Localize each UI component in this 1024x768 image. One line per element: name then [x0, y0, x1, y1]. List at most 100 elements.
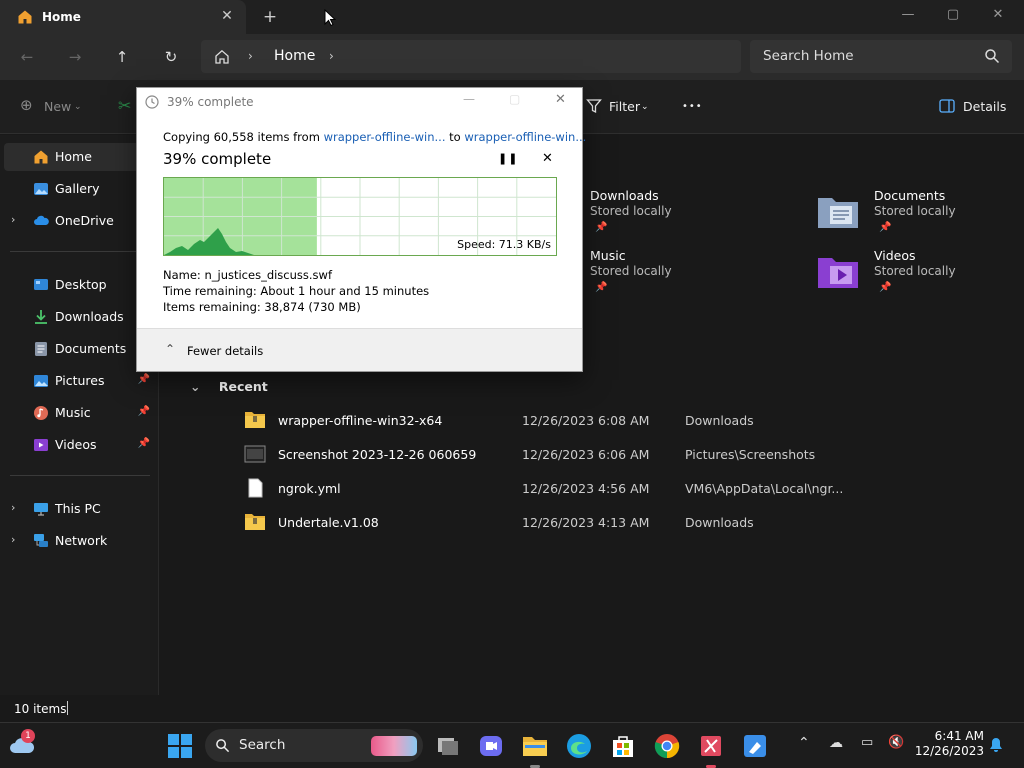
folder-status: Stored locally — [874, 264, 956, 278]
sidebar-item-documents[interactable]: Documents 📌 — [4, 335, 152, 363]
sidebar-item-home[interactable]: Home — [4, 143, 152, 171]
up-arrow-icon[interactable]: ↑ — [110, 45, 134, 69]
zip-folder-icon — [245, 412, 265, 428]
clock-time: 6:41 AM — [934, 729, 984, 743]
search-input[interactable]: Search Home — [750, 40, 1012, 73]
close-window-button[interactable]: ✕ — [987, 5, 1009, 25]
chrome-icon[interactable] — [653, 732, 681, 760]
pin-icon: 📌 — [595, 282, 608, 293]
filter-button[interactable]: Filter — [609, 99, 640, 114]
chat-icon[interactable] — [477, 732, 505, 760]
source-link[interactable]: wrapper-offline-win... — [324, 130, 446, 144]
microsoft-store-icon[interactable] — [609, 732, 637, 760]
details-pane-icon — [939, 99, 955, 113]
sidebar-item-onedrive[interactable]: › OneDrive — [4, 207, 152, 235]
table-row[interactable]: wrapper-offline-win32-x64 12/26/2023 6:0… — [244, 407, 944, 435]
volume-muted-icon[interactable]: 🔇 — [888, 735, 904, 750]
sidebar-item-videos[interactable]: Videos 📌 — [4, 431, 152, 459]
onedrive-tray-icon[interactable]: ☁ — [829, 735, 843, 751]
chevron-right-icon[interactable]: › — [11, 533, 15, 546]
home-icon — [18, 10, 32, 24]
sidebar-item-downloads[interactable]: Downloads 📌 — [4, 303, 152, 331]
quick-access-videos[interactable]: Videos Stored locally 📌 — [816, 248, 1024, 304]
clock[interactable]: 6:41 AM 12/26/2023 — [912, 729, 984, 759]
search-placeholder: Search Home — [763, 48, 854, 64]
search-highlight-icon — [371, 736, 417, 756]
task-view-icon[interactable] — [434, 732, 462, 760]
sidebar-item-network[interactable]: › Network — [4, 527, 152, 555]
notification-badge: 1 — [21, 729, 35, 743]
chevron-up-icon[interactable]: ⌃ — [798, 735, 810, 751]
dialog-minimize-button[interactable]: — — [463, 92, 475, 106]
chevron-up-icon: ⌃ — [165, 342, 176, 356]
folder-name: Downloads — [590, 188, 659, 203]
pin-icon: 📌 — [879, 222, 892, 233]
windows-start-icon[interactable] — [166, 732, 194, 760]
snipping-tool-icon[interactable] — [697, 732, 725, 760]
edge-icon[interactable] — [565, 732, 593, 760]
paint-icon[interactable] — [741, 732, 769, 760]
file-explorer-icon[interactable] — [521, 732, 549, 760]
sidebar-item-music[interactable]: Music 📌 — [4, 399, 152, 427]
pause-button[interactable]: ❚❚ — [498, 152, 518, 165]
sidebar-item-gallery[interactable]: Gallery — [4, 175, 152, 203]
maximize-button[interactable]: ▢ — [942, 5, 964, 25]
sidebar-item-desktop[interactable]: Desktop 📌 — [4, 271, 152, 299]
address-field[interactable]: › Home › — [201, 40, 741, 73]
chevron-right-icon[interactable]: › — [11, 213, 15, 226]
recent-title: Recent — [218, 379, 268, 394]
item-count: 10 items — [14, 702, 67, 716]
forward-arrow-icon[interactable]: → — [63, 45, 87, 69]
back-arrow-icon[interactable]: ← — [15, 45, 39, 69]
sidebar-item-label: Desktop — [55, 277, 107, 292]
zip-folder-icon — [245, 514, 265, 530]
taskbar-search-label: Search — [239, 737, 286, 753]
cloud-icon — [34, 215, 49, 225]
title-tab-bar: Home ✕ + — ▢ ✕ — [0, 0, 1024, 34]
tab-home[interactable]: Home ✕ — [0, 0, 246, 34]
table-row[interactable]: Screenshot 2023-12-26 060659 12/26/2023 … — [244, 441, 944, 469]
taskbar: 1 Search ⌃ ☁ ▭ 🔇 6:41 AM 12/26/2023 — [0, 722, 1024, 768]
quick-access-documents[interactable]: Documents Stored locally 📌 — [816, 188, 1024, 244]
more-options-button[interactable]: ••• — [682, 101, 703, 112]
chevron-down-icon[interactable]: ⌄ — [190, 379, 200, 394]
dialog-title: 39% complete — [167, 95, 254, 109]
pictures-icon — [34, 375, 48, 387]
chevron-right-icon[interactable]: › — [11, 501, 15, 514]
breadcrumb-home[interactable]: Home — [274, 48, 315, 64]
recent-section-header[interactable]: ⌄ Recent — [190, 379, 268, 394]
divider — [10, 475, 150, 476]
file-date: 12/26/2023 4:56 AM — [522, 481, 650, 496]
cut-icon[interactable]: ✂ — [118, 96, 131, 115]
copy-mid: to — [445, 130, 465, 144]
fewer-details-button[interactable]: ⌃ Fewer details — [137, 328, 582, 371]
address-bar-row: ← → ↑ ↻ › Home › Search Home — [0, 34, 1024, 80]
network-tray-icon[interactable]: ▭ — [861, 735, 873, 750]
destination-link[interactable]: wrapper-offline-win... — [464, 130, 586, 144]
new-button[interactable]: New — [44, 99, 71, 114]
clock-date: 12/26/2023 — [914, 744, 984, 758]
minimize-button[interactable]: — — [897, 5, 919, 25]
taskbar-search[interactable]: Search — [205, 729, 423, 762]
new-tab-button[interactable]: + — [261, 7, 279, 27]
table-row[interactable]: ngrok.yml 12/26/2023 4:56 AM VM6\AppData… — [244, 475, 944, 503]
mouse-cursor-icon — [324, 9, 336, 27]
file-date: 12/26/2023 6:08 AM — [522, 413, 650, 428]
file-name: Screenshot 2023-12-26 060659 — [278, 447, 477, 462]
details-button[interactable]: Details — [963, 99, 1006, 114]
file-date: 12/26/2023 4:13 AM — [522, 515, 650, 530]
cancel-copy-button[interactable]: ✕ — [542, 151, 553, 166]
dialog-close-button[interactable]: ✕ — [555, 92, 566, 107]
status-bar: 10 items — [0, 695, 1024, 725]
progress-heading: 39% complete — [163, 150, 272, 168]
sidebar-item-pictures[interactable]: Pictures 📌 — [4, 367, 152, 395]
pin-icon: 📌 — [137, 438, 150, 449]
sidebar-item-this-pc[interactable]: › This PC — [4, 495, 152, 523]
tab-close-button[interactable]: ✕ — [219, 8, 235, 24]
gallery-icon — [34, 183, 48, 195]
dialog-maximize-button: ▢ — [509, 92, 521, 106]
chevron-right-icon[interactable]: › — [329, 49, 334, 63]
refresh-icon[interactable]: ↻ — [159, 45, 183, 69]
notification-bell-icon[interactable] — [988, 737, 1004, 753]
table-row[interactable]: Undertale.v1.08 12/26/2023 4:13 AM Downl… — [244, 509, 944, 537]
